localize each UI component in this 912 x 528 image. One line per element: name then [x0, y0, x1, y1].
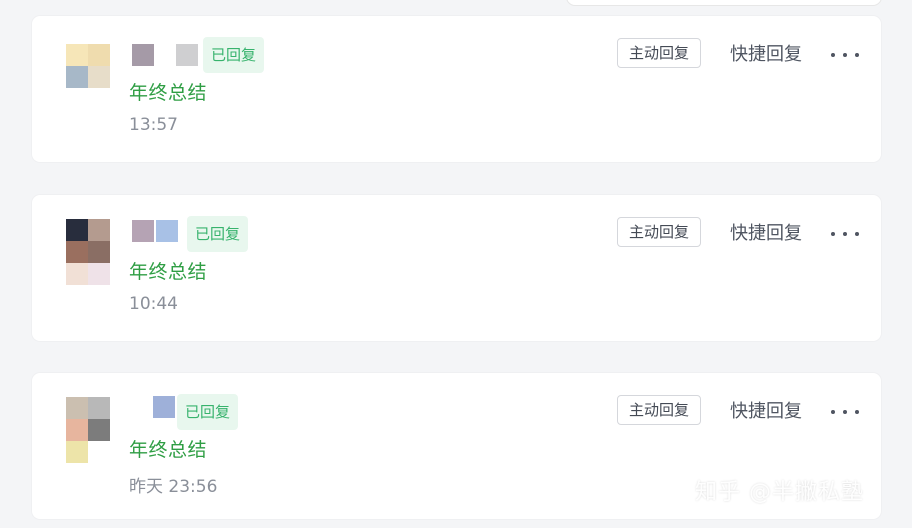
name-pixel	[132, 44, 154, 66]
name-pixel	[156, 220, 178, 242]
message-topic: 年终总结	[129, 439, 208, 461]
status-badge: 已回复	[187, 216, 249, 252]
message-topic: 年终总结	[129, 261, 208, 283]
avatar-pixel	[66, 441, 88, 463]
avatar-pixel	[66, 397, 88, 419]
message-card[interactable]: 已回复 年终总结 13:57 主动回复 快捷回复	[32, 16, 881, 162]
more-horizontal-icon[interactable]	[831, 404, 859, 420]
avatar-pixel	[66, 263, 88, 285]
avatar[interactable]	[66, 219, 110, 285]
user-name-blurred[interactable]	[132, 44, 200, 66]
avatar-pixel	[88, 241, 110, 263]
active-reply-button[interactable]: 主动回复	[617, 395, 701, 425]
status-badge: 已回复	[203, 37, 265, 73]
avatar-pixel	[88, 219, 110, 241]
avatar-pixel	[88, 263, 110, 285]
avatar-pixel	[66, 66, 88, 88]
avatar[interactable]	[66, 397, 110, 463]
avatar-pixel	[88, 419, 110, 441]
message-time: 13:57	[129, 115, 178, 135]
name-pixel	[156, 44, 174, 66]
avatar-pixel	[66, 44, 88, 66]
watermark: 知乎 @半撇私塾	[695, 480, 864, 505]
message-topic: 年终总结	[129, 82, 208, 104]
avatar-pixel	[88, 397, 110, 419]
status-badge: 已回复	[177, 394, 239, 430]
user-name-blurred[interactable]	[153, 396, 177, 418]
name-pixel	[176, 44, 198, 66]
more-horizontal-icon[interactable]	[831, 47, 859, 63]
avatar-pixel	[66, 241, 88, 263]
active-reply-button[interactable]: 主动回复	[617, 38, 701, 68]
name-pixel	[153, 396, 175, 418]
avatar-pixel	[88, 44, 110, 66]
avatar-pixel	[88, 441, 110, 463]
more-horizontal-icon[interactable]	[831, 226, 859, 242]
name-pixel	[132, 220, 154, 242]
message-time: 昨天 23:56	[129, 477, 218, 497]
quick-reply-button[interactable]: 快捷回复	[730, 40, 802, 66]
avatar-pixel	[66, 219, 88, 241]
active-reply-button[interactable]: 主动回复	[617, 217, 701, 247]
quick-reply-button[interactable]: 快捷回复	[730, 219, 802, 245]
avatar-pixel	[88, 66, 110, 88]
quick-reply-button[interactable]: 快捷回复	[730, 397, 802, 423]
message-time: 10:44	[129, 294, 178, 314]
user-name-blurred[interactable]	[132, 220, 180, 242]
avatar[interactable]	[66, 44, 110, 96]
avatar-pixel	[66, 419, 88, 441]
message-card[interactable]: 已回复 年终总结 10:44 主动回复 快捷回复	[32, 195, 881, 341]
top-partial-element	[566, 0, 882, 6]
